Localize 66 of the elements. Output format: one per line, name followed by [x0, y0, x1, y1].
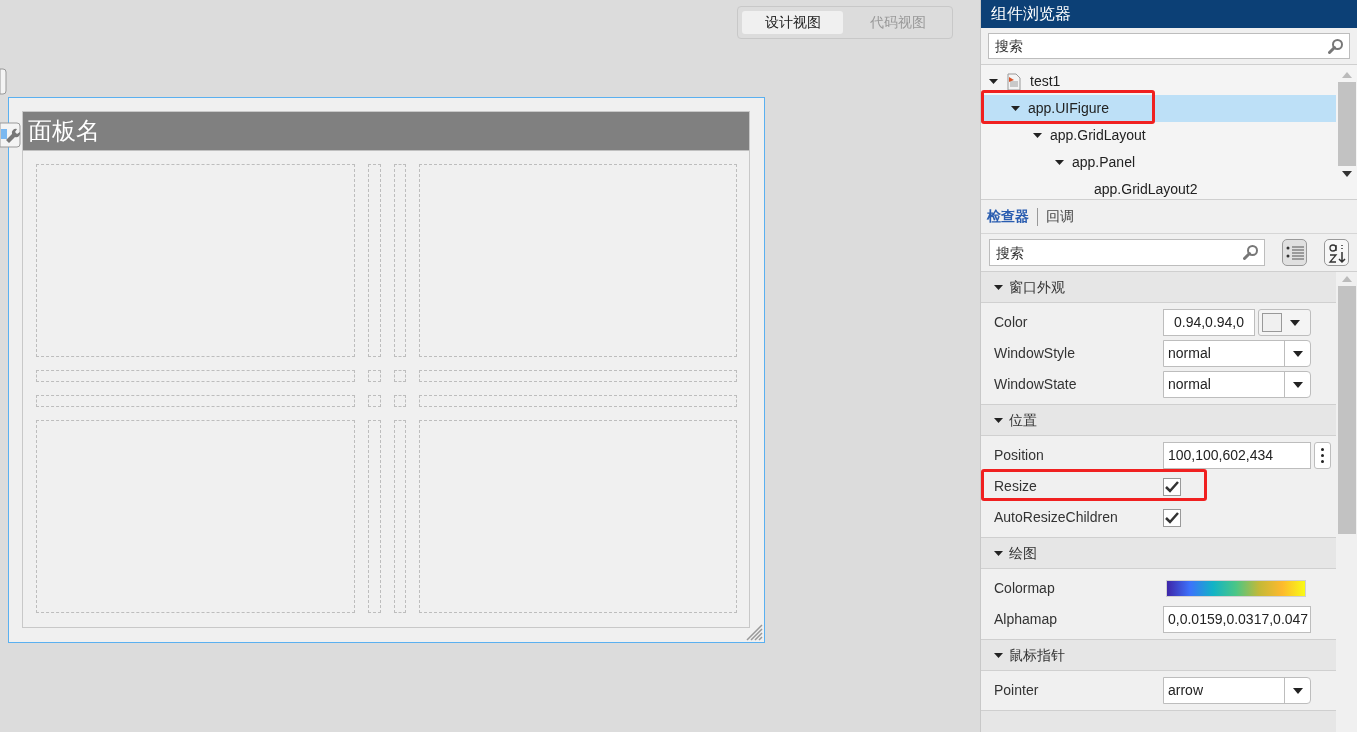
- dropdown[interactable]: normal: [1163, 371, 1311, 398]
- handle-icon[interactable]: [0, 68, 7, 95]
- inspector-tab[interactable]: 回调: [1046, 206, 1074, 227]
- color-picker-button[interactable]: [1258, 309, 1311, 336]
- tree-item[interactable]: app.Panel: [981, 149, 1336, 176]
- property-label: Color: [994, 313, 1029, 332]
- expanded-caret-icon[interactable]: [994, 415, 1003, 425]
- app-file-icon: [1006, 72, 1022, 91]
- section-header[interactable]: 窗口外观: [981, 272, 1336, 303]
- inspector-tab[interactable]: 检查器: [987, 206, 1029, 227]
- search-icon: [1328, 38, 1344, 54]
- tree-item-label: app.GridLayout2: [1094, 180, 1198, 199]
- expanded-caret-icon[interactable]: [1011, 104, 1020, 113]
- property-label: Position: [994, 446, 1045, 465]
- search-field[interactable]: 搜索: [988, 33, 1350, 59]
- dropdown[interactable]: normal: [1163, 340, 1311, 367]
- property-label: Resize: [994, 477, 1038, 496]
- component-browser-title: 组件浏览器: [991, 4, 1071, 24]
- more-options-button[interactable]: [1314, 442, 1331, 469]
- expanded-caret-icon[interactable]: [1033, 131, 1042, 140]
- alphamap-field[interactable]: 0,0.0159,0.0317,0.047: [1163, 606, 1311, 633]
- grid-cell: [368, 395, 381, 407]
- list-icon: [1285, 244, 1304, 261]
- sort-az-icon: [1326, 241, 1347, 264]
- color-swatch-icon: [1262, 313, 1282, 332]
- property-label: WindowState: [994, 375, 1078, 394]
- panel-title: 面板名: [28, 116, 100, 146]
- tree-item[interactable]: test1: [981, 68, 1336, 95]
- caret-icon: [1290, 319, 1300, 326]
- expanded-caret-icon[interactable]: [1055, 158, 1064, 167]
- property-label: WindowStyle: [994, 344, 1076, 363]
- expanded-caret-icon[interactable]: [994, 282, 1003, 292]
- tree-item-label: test1: [1030, 72, 1061, 91]
- search-field[interactable]: 搜索: [989, 239, 1265, 266]
- grid-cell: [394, 395, 406, 407]
- color-value-field[interactable]: 0.94,0.94,0: [1163, 309, 1255, 336]
- resize-grip-icon[interactable]: [746, 624, 763, 641]
- grid-cell: [368, 370, 381, 382]
- tree-item[interactable]: app.GridLayout: [981, 122, 1336, 149]
- section-header[interactable]: 鼠标指针: [981, 640, 1336, 671]
- position-field[interactable]: 100,100,602,434: [1163, 442, 1311, 469]
- caret-icon: [1292, 381, 1303, 388]
- search-icon: [1243, 244, 1259, 260]
- sort-alphabetical-button[interactable]: [1324, 239, 1349, 266]
- wrench-icon[interactable]: [0, 122, 21, 148]
- property-label: Colormap: [994, 579, 1056, 598]
- section-header[interactable]: 绘图: [981, 538, 1336, 569]
- tree-item-label: app.UIFigure: [1028, 99, 1109, 118]
- expanded-caret-icon[interactable]: [994, 548, 1003, 558]
- expanded-caret-icon[interactable]: [989, 77, 998, 86]
- tree-item-label: app.Panel: [1072, 153, 1136, 172]
- tree-item-label: app.GridLayout: [1050, 126, 1146, 145]
- colormap-bar[interactable]: [1166, 580, 1306, 597]
- expanded-caret-icon[interactable]: [994, 650, 1003, 660]
- checkbox[interactable]: [1163, 508, 1181, 527]
- property-label: Pointer: [994, 681, 1040, 700]
- caret-icon: [1292, 687, 1303, 694]
- caret-icon: [1292, 350, 1303, 357]
- checkbox[interactable]: [1163, 477, 1181, 496]
- property-label: Alphamap: [994, 610, 1059, 629]
- tree-item[interactable]: app.GridLayout2: [981, 176, 1336, 199]
- property-label: AutoResizeChildren: [994, 508, 1119, 527]
- view-tab[interactable]: 设计视图: [742, 11, 843, 34]
- section-header[interactable]: 位置: [981, 405, 1336, 436]
- dropdown[interactable]: arrow: [1163, 677, 1311, 704]
- grid-cell: [394, 370, 406, 382]
